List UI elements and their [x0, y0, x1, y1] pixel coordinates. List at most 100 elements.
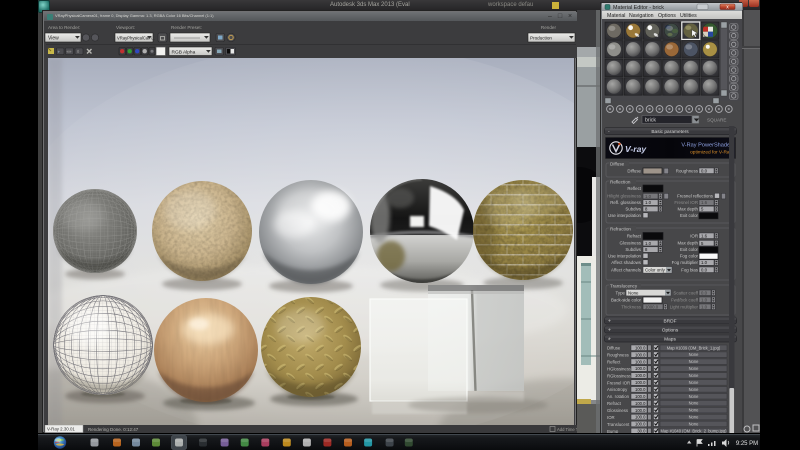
svg-text:None: None — [689, 373, 700, 378]
svg-text:1.6: 1.6 — [701, 200, 708, 205]
svg-text:Hilight glossiness: Hilight glossiness — [607, 194, 642, 199]
svg-text:0.0: 0.0 — [701, 267, 708, 272]
svg-text:Exit color: Exit color — [680, 213, 699, 218]
svg-text:100.0: 100.0 — [635, 415, 646, 420]
svg-text:+: + — [608, 327, 611, 333]
svg-text:Refract: Refract — [607, 401, 622, 406]
svg-text:An. rotation: An. rotation — [607, 394, 630, 399]
svg-text:+: + — [608, 318, 611, 324]
svg-text:0.0: 0.0 — [701, 290, 708, 295]
svg-text:V-Ray 2.30.01: V-Ray 2.30.01 — [47, 427, 75, 432]
svg-text:1.6: 1.6 — [701, 233, 708, 238]
svg-text:None: None — [628, 290, 639, 295]
svg-text:SQUARE: SQUARE — [707, 118, 726, 123]
svg-text:Refl. glossiness: Refl. glossiness — [610, 200, 642, 205]
svg-text:Utilities: Utilities — [680, 13, 697, 19]
svg-text:Add Time Tag: Add Time Tag — [557, 427, 577, 432]
svg-text:Roughness: Roughness — [607, 353, 629, 358]
svg-text:HGlossiness: HGlossiness — [607, 366, 631, 371]
svg-text:100.0: 100.0 — [635, 345, 646, 350]
svg-text:IOR: IOR — [690, 234, 698, 239]
svg-text:Translucency: Translucency — [610, 283, 638, 288]
svg-text:Area to Render:: Area to Render: — [48, 25, 80, 30]
svg-text:View: View — [48, 36, 59, 42]
svg-text:Light multiplier: Light multiplier — [670, 305, 699, 310]
svg-text:None: None — [689, 380, 700, 385]
svg-text:1.0: 1.0 — [701, 304, 708, 309]
svg-text:Options: Options — [658, 13, 676, 19]
svg-text:None: None — [689, 359, 700, 364]
svg-text:None: None — [689, 415, 700, 420]
svg-text:Subdivs: Subdivs — [625, 247, 641, 252]
svg-text:Viewport:: Viewport: — [116, 25, 135, 30]
svg-text:None: None — [689, 422, 700, 427]
svg-text:1.0: 1.0 — [645, 200, 652, 205]
svg-text:100.0: 100.0 — [635, 366, 646, 371]
svg-text:Fresnel reflections: Fresnel reflections — [677, 194, 714, 199]
svg-text:Fresnel IOR: Fresnel IOR — [607, 380, 630, 385]
svg-text:optimized for V-Ray: optimized for V-Ray — [690, 150, 732, 156]
svg-text:Anisotropy: Anisotropy — [607, 387, 628, 392]
svg-text:None: None — [689, 408, 700, 413]
svg-text:brick: brick — [645, 118, 656, 124]
svg-text:Render: Render — [541, 25, 557, 30]
svg-text:IOR: IOR — [607, 415, 615, 420]
svg-text:Diffuse: Diffuse — [610, 161, 625, 166]
svg-text:+: + — [58, 49, 61, 54]
svg-text:Refraction: Refraction — [610, 226, 631, 231]
svg-text:Thickness: Thickness — [621, 305, 642, 310]
svg-text:Navigation: Navigation — [629, 13, 654, 19]
svg-text:9:25 PM: 9:25 PM — [736, 441, 758, 447]
svg-text:Refract: Refract — [627, 234, 642, 239]
svg-text:Reflection: Reflection — [610, 179, 631, 184]
svg-text:None: None — [689, 394, 700, 399]
svg-text:Subdivs: Subdivs — [625, 207, 641, 212]
svg-text:Use interpolation: Use interpolation — [608, 213, 642, 218]
svg-text:None: None — [689, 387, 700, 392]
svg-text:Roughness: Roughness — [676, 169, 699, 174]
svg-text:Basic parameters: Basic parameters — [651, 129, 689, 135]
svg-text:«»: «» — [67, 49, 72, 54]
svg-text:RGB Alpha: RGB Alpha — [172, 49, 196, 55]
svg-text:1000.0: 1000.0 — [645, 304, 659, 309]
svg-text:Glossiness: Glossiness — [607, 408, 628, 413]
svg-text:100.0: 100.0 — [635, 422, 646, 427]
svg-text:Maps: Maps — [664, 336, 676, 342]
svg-text:V-ray: V-ray — [625, 144, 647, 154]
svg-text:100.0: 100.0 — [635, 394, 646, 399]
svg-text:V-Ray PowerShader: V-Ray PowerShader — [681, 143, 732, 149]
svg-text:BRDF: BRDF — [663, 318, 676, 324]
svg-text:Fog color: Fog color — [680, 254, 699, 259]
svg-text:Exit color: Exit color — [680, 247, 699, 252]
svg-text:Render Preset:: Render Preset: — [171, 25, 202, 30]
svg-text:RGlossiness: RGlossiness — [607, 373, 631, 378]
svg-text:Affect shadows: Affect shadows — [611, 260, 641, 265]
svg-text:100.0: 100.0 — [635, 408, 646, 413]
svg-text:Fog bias: Fog bias — [681, 268, 699, 273]
svg-text:1.0: 1.0 — [645, 194, 652, 199]
svg-text:0.0: 0.0 — [701, 168, 708, 173]
svg-text:Rendering Done. 0:12:47: Rendering Done. 0:12:47 — [88, 427, 139, 432]
svg-text:Fwd/bck coeff: Fwd/bck coeff — [671, 298, 699, 303]
svg-text:100.0: 100.0 — [635, 373, 646, 378]
svg-text:100.0: 100.0 — [635, 387, 646, 392]
svg-text:Max depth: Max depth — [677, 241, 698, 246]
svg-text:Diffuse: Diffuse — [607, 346, 621, 351]
svg-text:Material: Material — [607, 13, 625, 19]
svg-text:Back-side color: Back-side color — [611, 298, 642, 303]
svg-text:None: None — [689, 352, 700, 357]
svg-text:Options: Options — [662, 327, 679, 333]
svg-text:Affect channels: Affect channels — [611, 268, 642, 273]
svg-text:Max depth: Max depth — [677, 207, 698, 212]
svg-text:Translucent: Translucent — [607, 422, 630, 427]
svg-text:Production: Production — [530, 36, 552, 41]
svg-text:None: None — [689, 401, 700, 406]
svg-text:Reflect: Reflect — [627, 186, 641, 191]
svg-text:Scatter coeff: Scatter coeff — [673, 291, 698, 296]
svg-text:100.0: 100.0 — [635, 359, 646, 364]
svg-text:Material Editor - brick: Material Editor - brick — [613, 5, 664, 11]
svg-text:Reflect: Reflect — [607, 360, 621, 365]
svg-text:1.0: 1.0 — [701, 260, 708, 265]
svg-text:Use interpolation: Use interpolation — [608, 254, 642, 259]
svg-text:Map #1039 (OM_Brick_1.jpg): Map #1039 (OM_Brick_1.jpg) — [667, 345, 721, 350]
